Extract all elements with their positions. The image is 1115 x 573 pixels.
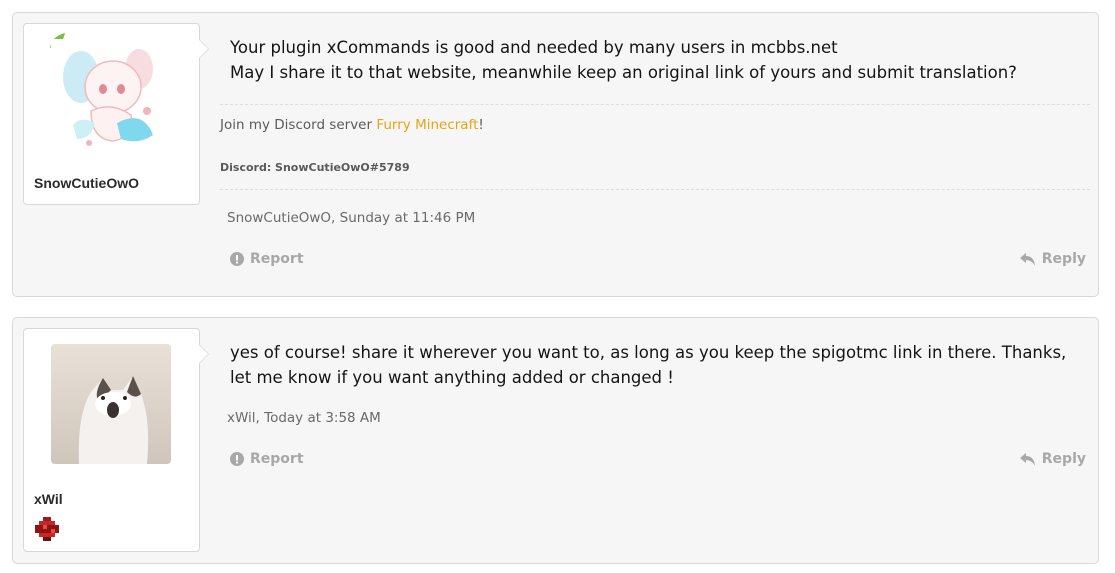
message-line: May I share it to that website, meanwhil… [230, 63, 1017, 82]
report-label: Report [250, 451, 304, 467]
avatar[interactable] [51, 344, 171, 464]
report-button[interactable]: Report [230, 451, 304, 467]
user-card: SnowCutieOwO [23, 23, 209, 205]
post-2: xWil yes of course! share it wherever yo… [12, 317, 1099, 564]
signature: Join my Discord server Furry Minecraft! … [220, 104, 1090, 190]
username[interactable]: xWil [34, 491, 63, 507]
redstone-trophy-icon [35, 517, 59, 541]
reply-button[interactable]: Reply [1019, 451, 1086, 467]
discord-tag: Discord: SnowCutieOwO#5789 [220, 161, 410, 174]
signature-text: Join my Discord server [220, 117, 377, 133]
report-button[interactable]: Report [230, 251, 304, 267]
signature-text-end: ! [478, 117, 484, 133]
reply-label: Reply [1041, 251, 1086, 267]
signature-line: Join my Discord server Furry Minecraft! [220, 117, 484, 133]
reply-label: Reply [1041, 451, 1086, 467]
reply-icon [1019, 452, 1035, 466]
reply-icon [1019, 252, 1035, 266]
report-icon [230, 452, 244, 466]
message-text: yes of course! share it wherever you wan… [230, 343, 1067, 387]
furry-minecraft-link[interactable]: Furry Minecraft [376, 117, 478, 133]
post-1: SnowCutieOwO Your plugin xCommands is go… [12, 12, 1099, 297]
user-card: xWil [23, 328, 209, 552]
reply-button[interactable]: Reply [1019, 251, 1086, 267]
avatar[interactable] [51, 39, 171, 159]
username[interactable]: SnowCutieOwO [34, 175, 139, 191]
message-line: Your plugin xCommands is good and needed… [230, 38, 838, 57]
post-message: yes of course! share it wherever you wan… [230, 340, 1090, 390]
report-label: Report [250, 251, 304, 267]
post-meta[interactable]: xWil, Today at 3:58 AM [227, 410, 381, 426]
report-icon [230, 252, 244, 266]
post-message: Your plugin xCommands is good and needed… [230, 35, 1090, 85]
post-meta[interactable]: SnowCutieOwO, Sunday at 11:46 PM [227, 210, 475, 226]
